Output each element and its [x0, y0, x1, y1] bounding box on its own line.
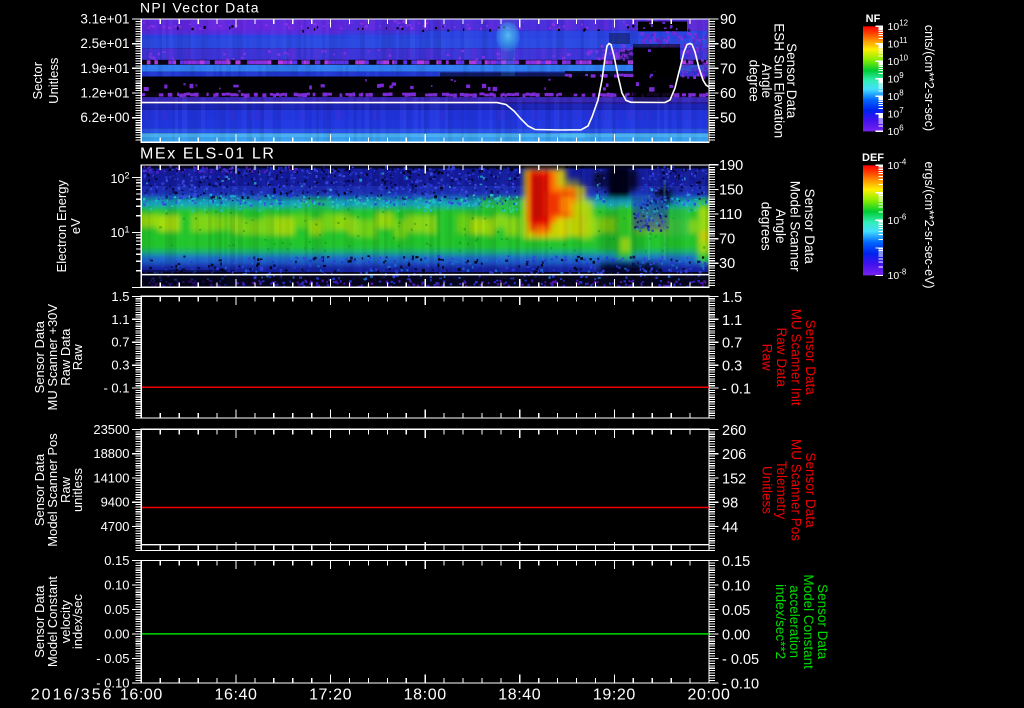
svg-text:30: 30	[719, 256, 735, 272]
svg-text:Model Scanner: Model Scanner	[788, 181, 803, 272]
svg-text:0.00: 0.00	[722, 627, 750, 643]
svg-text:0.7: 0.7	[111, 335, 129, 350]
svg-text:70: 70	[720, 61, 736, 77]
svg-text:9400: 9400	[101, 495, 130, 510]
svg-text:19:20: 19:20	[593, 687, 636, 704]
svg-text:Telemetry: Telemetry	[774, 461, 789, 520]
svg-text:206: 206	[722, 447, 746, 463]
svg-text:18800: 18800	[93, 446, 129, 461]
svg-text:16:00: 16:00	[120, 687, 163, 704]
svg-text:152: 152	[722, 471, 746, 487]
svg-text:23500: 23500	[93, 422, 129, 437]
svg-text:- 0.1: - 0.1	[722, 382, 751, 398]
svg-text:18:40: 18:40	[498, 687, 541, 704]
svg-text:0.05: 0.05	[104, 602, 129, 617]
svg-text:Electron Energy: Electron Energy	[54, 179, 69, 272]
svg-text:2016/356: 2016/356	[31, 687, 114, 704]
svg-text:260: 260	[722, 423, 746, 439]
svg-text:Raw: Raw	[760, 344, 775, 371]
svg-text:0.10: 0.10	[722, 578, 750, 594]
svg-text:0.15: 0.15	[722, 554, 750, 570]
svg-text:70: 70	[719, 232, 735, 248]
svg-text:index/sec: index/sec	[70, 594, 85, 649]
svg-text:2.5e+01: 2.5e+01	[80, 36, 129, 51]
svg-text:Unitless: Unitless	[760, 466, 775, 514]
svg-text:0.10: 0.10	[104, 577, 129, 592]
svg-text:cnts/(cm**2-sr-sec): cnts/(cm**2-sr-sec)	[922, 25, 936, 131]
svg-text:Model Constant: Model Constant	[801, 574, 816, 669]
svg-text:0.00: 0.00	[104, 626, 129, 641]
svg-text:1.9e+01: 1.9e+01	[80, 61, 129, 76]
svg-text:- 0.1: - 0.1	[103, 381, 129, 396]
svg-text:1.1: 1.1	[111, 312, 129, 327]
svg-text:18:00: 18:00	[404, 687, 447, 704]
svg-text:NF: NF	[866, 13, 881, 25]
svg-text:190: 190	[719, 158, 743, 174]
svg-text:98: 98	[722, 496, 738, 512]
svg-text:- 0.05: - 0.05	[722, 652, 759, 668]
svg-text:1.2e+01: 1.2e+01	[80, 86, 129, 101]
svg-text:110: 110	[719, 207, 742, 223]
svg-text:1.1: 1.1	[722, 313, 742, 329]
svg-text:14100: 14100	[93, 470, 129, 485]
svg-text:Angle: Angle	[773, 209, 788, 244]
svg-text:17:20: 17:20	[309, 687, 352, 704]
svg-text:acceleration: acceleration	[787, 585, 802, 658]
svg-text:80: 80	[720, 37, 736, 53]
svg-text:0.7: 0.7	[722, 336, 742, 352]
svg-text:Raw Data: Raw Data	[774, 328, 789, 388]
svg-text:ergs/(cm**2-sr-sec-eV): ergs/(cm**2-sr-sec-eV)	[922, 161, 936, 288]
svg-text:Sector: Sector	[30, 61, 45, 99]
svg-text:- 0.05: - 0.05	[96, 651, 129, 666]
svg-text:16:40: 16:40	[214, 687, 257, 704]
svg-text:degree: degree	[747, 60, 762, 102]
svg-text:60: 60	[720, 86, 736, 102]
svg-text:MEx ELS-01 LR: MEx ELS-01 LR	[140, 146, 276, 163]
svg-text:index/sec**2: index/sec**2	[773, 584, 788, 659]
svg-text:1.5: 1.5	[722, 290, 742, 306]
svg-text:0.3: 0.3	[111, 358, 129, 373]
svg-text:degrees: degrees	[759, 202, 774, 251]
svg-text:1.5: 1.5	[111, 289, 129, 304]
svg-text:Raw: Raw	[70, 344, 85, 371]
svg-text:90: 90	[720, 12, 736, 28]
svg-text:unitless: unitless	[70, 467, 85, 512]
svg-text:DEF: DEF	[862, 152, 884, 164]
svg-text:6.2e+00: 6.2e+00	[80, 110, 129, 125]
svg-text:NPI Vector Data: NPI Vector Data	[140, 0, 260, 16]
svg-text:Unitless: Unitless	[46, 57, 61, 104]
svg-text:4700: 4700	[101, 519, 130, 534]
svg-text:MU Scanner Pos: MU Scanner Pos	[789, 439, 804, 541]
svg-text:eV: eV	[68, 218, 83, 234]
svg-text:0.3: 0.3	[722, 359, 742, 375]
svg-text:MU Scanner Init: MU Scanner Init	[789, 309, 804, 406]
svg-text:Sensor Data: Sensor Data	[815, 584, 830, 660]
svg-text:Sensor Data: Sensor Data	[802, 189, 817, 265]
svg-text:0.15: 0.15	[104, 553, 129, 568]
svg-text:Sensor Data: Sensor Data	[803, 452, 818, 528]
svg-text:50: 50	[720, 111, 736, 127]
svg-text:20:00: 20:00	[687, 687, 730, 704]
svg-text:44: 44	[722, 520, 738, 536]
svg-text:150: 150	[719, 182, 743, 198]
svg-text:3.1e+01: 3.1e+01	[80, 12, 129, 27]
svg-text:Sensor Data: Sensor Data	[803, 320, 818, 396]
svg-text:0.05: 0.05	[722, 603, 750, 619]
